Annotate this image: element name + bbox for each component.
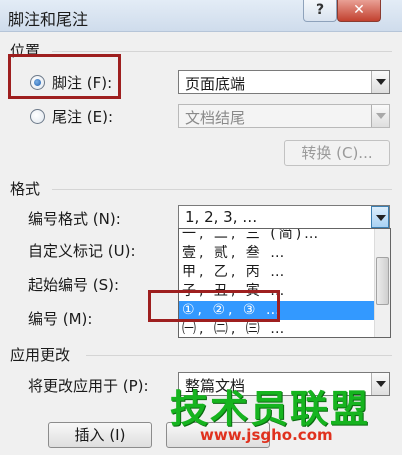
apply-section-title: 应用更改 (10, 346, 71, 364)
section-divider (52, 189, 392, 190)
number-format-value: 1, 2, 3, … (185, 208, 258, 226)
section-divider (86, 355, 392, 356)
endnote-position-select[interactable]: 文档结尾 (178, 104, 390, 128)
endnote-position-value: 文档结尾 (185, 109, 246, 127)
help-button[interactable]: ? (303, 0, 337, 22)
endnote-label: 尾注 (E): (52, 108, 114, 126)
close-button[interactable]: ✕ (337, 0, 381, 22)
chevron-down-icon[interactable] (371, 206, 389, 228)
watermark-brand: 技术员联盟 (170, 387, 371, 431)
footnote-highlight-box (8, 54, 121, 99)
custom-mark-label: 自定义标记 (U): (28, 242, 136, 260)
numbering-label: 编号 (M): (28, 310, 93, 328)
dropdown-option[interactable]: 甲, 乙, 丙 … (179, 263, 375, 282)
option-highlight-box (148, 290, 280, 322)
dropdown-option[interactable]: 壹, 贰, 叁 … (179, 244, 375, 263)
watermark-url: www.jsgho.com (200, 426, 333, 444)
apply-to-label: 将更改应用于 (P): (28, 377, 149, 395)
dropdown-option[interactable]: ㈠, ㈡, ㈢ … (179, 320, 375, 337)
scrollbar-thumb[interactable] (376, 257, 389, 305)
dropdown-scrollbar[interactable] (374, 229, 390, 337)
number-format-select[interactable]: 1, 2, 3, … (178, 205, 390, 229)
start-at-label: 起始编号 (S): (28, 276, 120, 294)
footnote-position-select[interactable]: 页面底端 (178, 70, 390, 94)
chevron-down-icon[interactable] (371, 373, 389, 395)
section-divider (52, 51, 392, 52)
title-bar: 脚注和尾注 ? ✕ (0, 0, 402, 32)
dialog-title: 脚注和尾注 (8, 10, 89, 29)
chevron-down-icon[interactable] (371, 105, 389, 127)
insert-button[interactable]: 插入 (I) (48, 422, 152, 448)
dropdown-option[interactable]: 一, 二, 三 (简)… (179, 229, 375, 244)
convert-button[interactable]: 转换 (C)... (284, 140, 390, 166)
endnote-radio[interactable] (30, 109, 45, 124)
number-format-label: 编号格式 (N): (28, 210, 121, 228)
format-section-title: 格式 (10, 180, 41, 198)
chevron-down-icon[interactable] (371, 71, 389, 93)
footnote-position-value: 页面底端 (185, 75, 246, 93)
